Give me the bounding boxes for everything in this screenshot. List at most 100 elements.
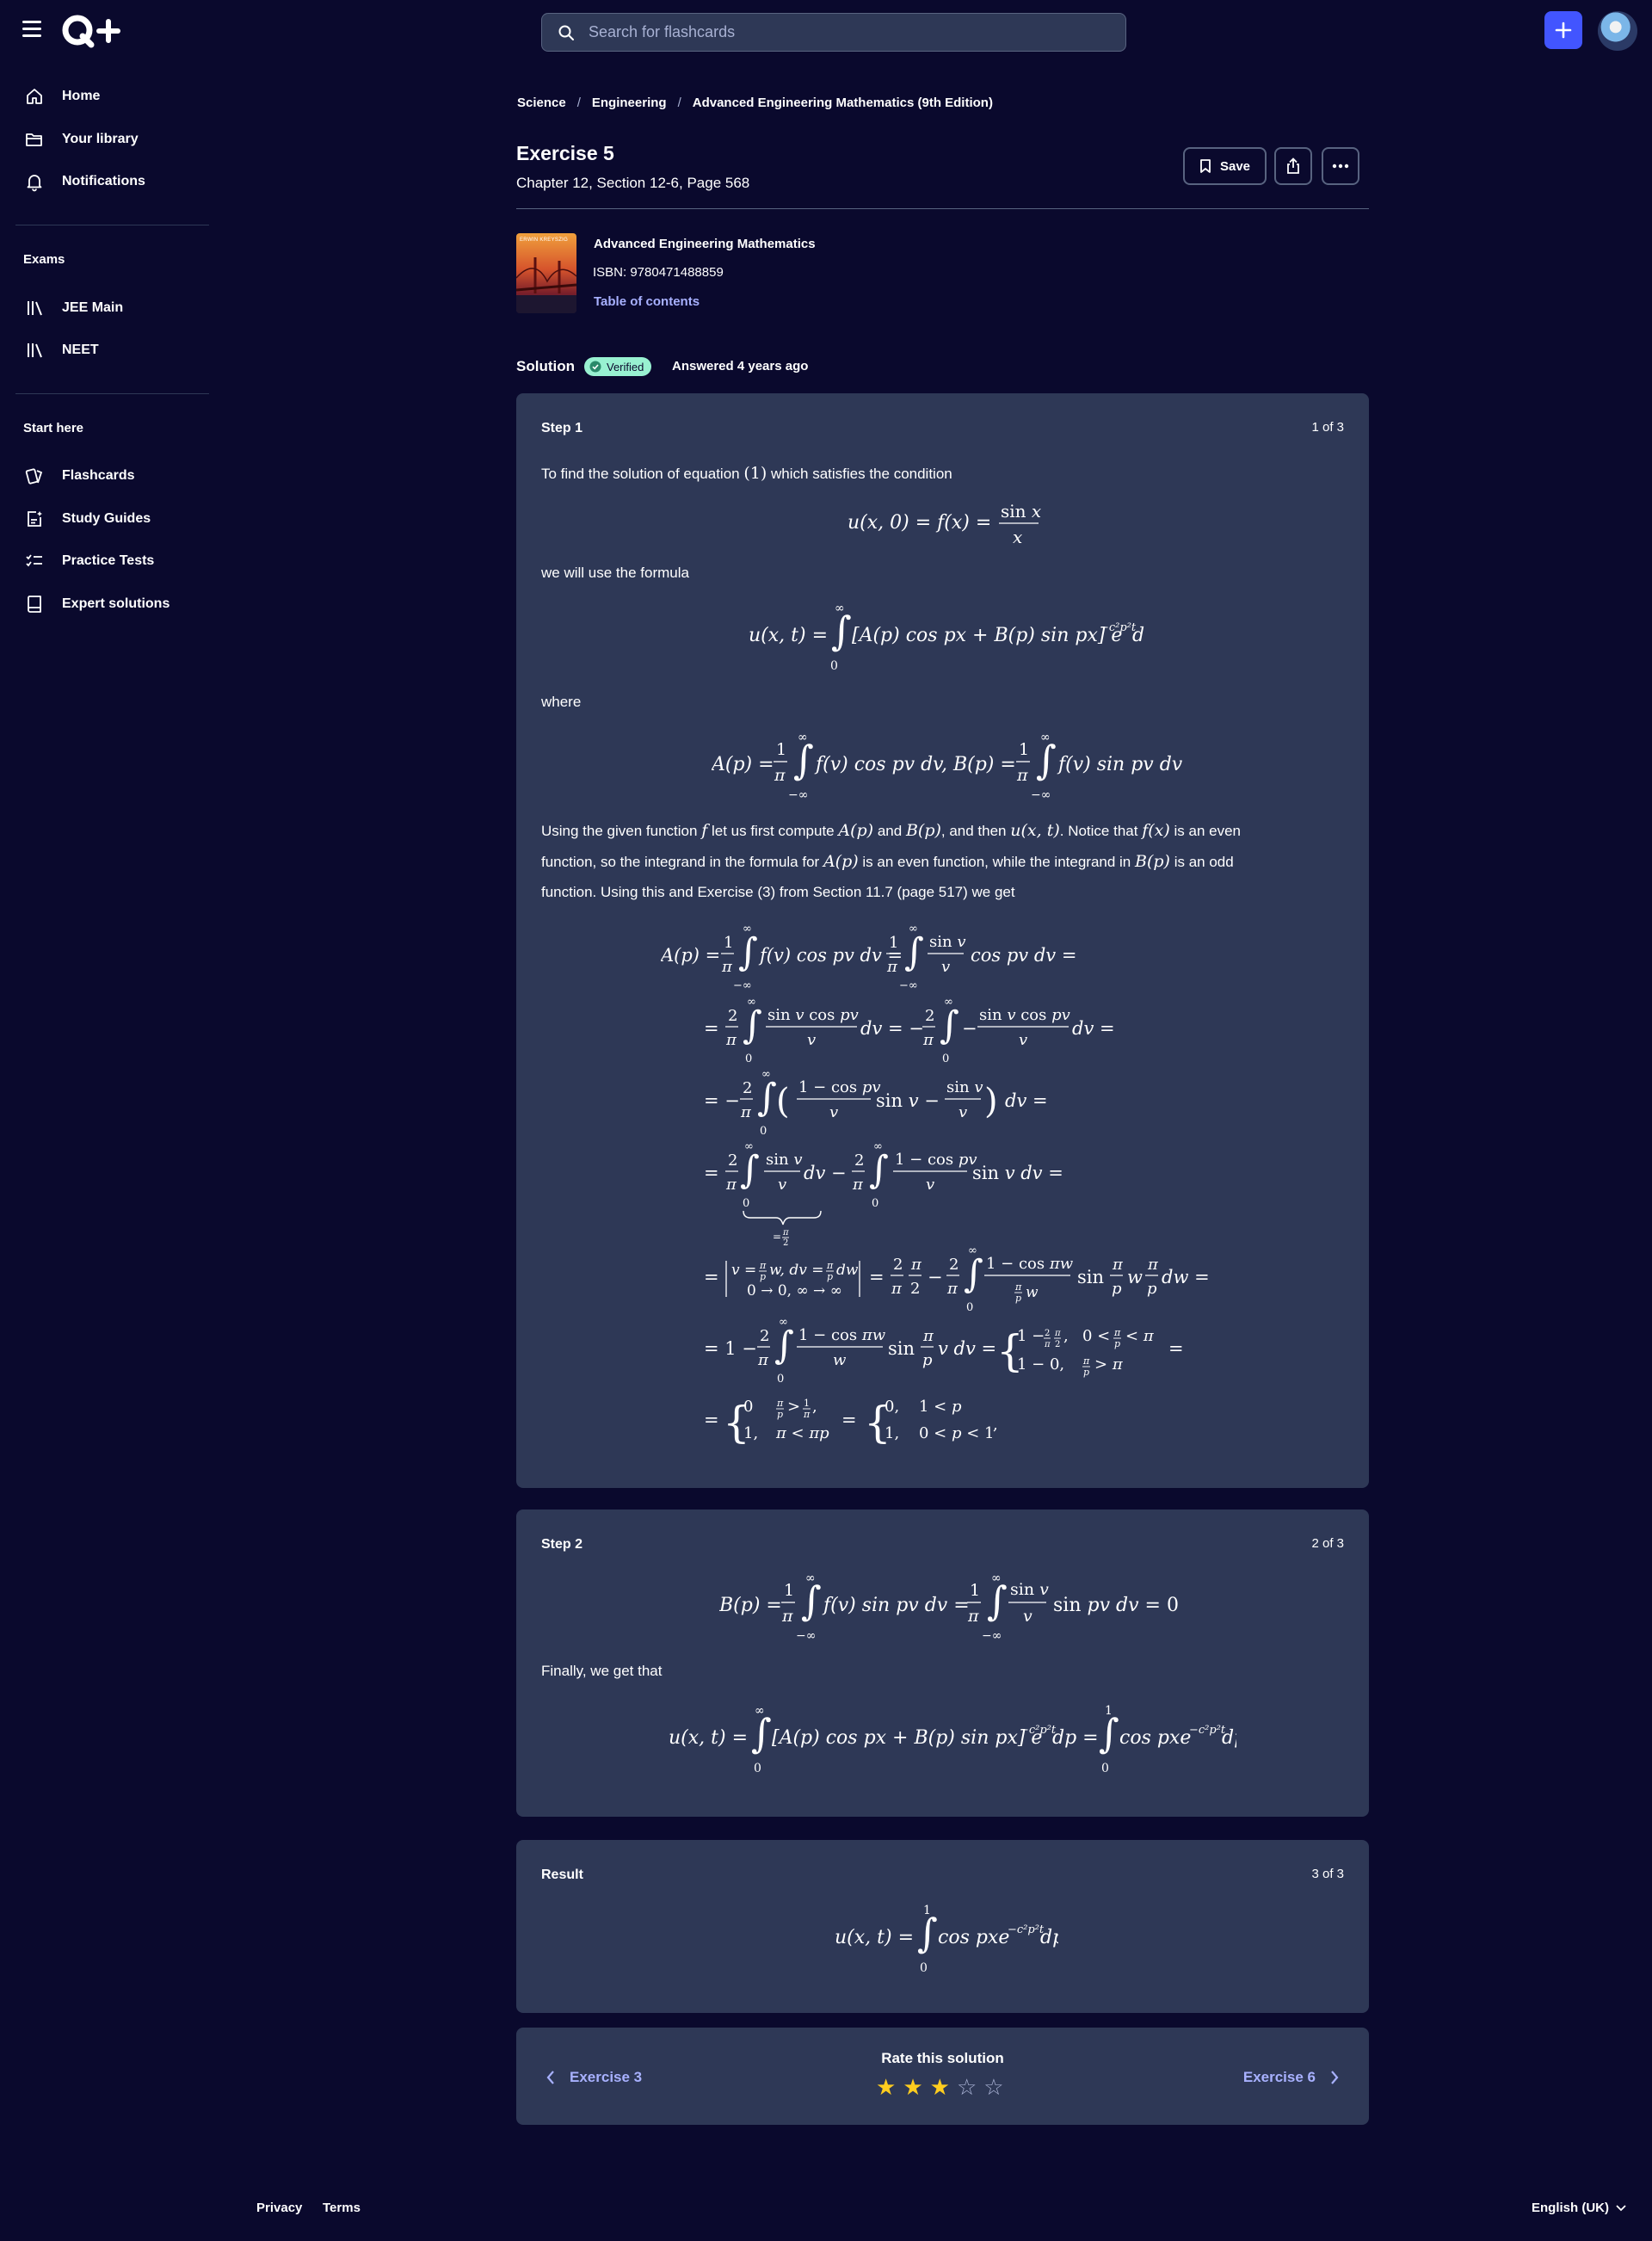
breadcrumb-book[interactable]: Advanced Engineering Mathematics (9th Ed… (693, 96, 993, 110)
svg-text:π: π (946, 1280, 959, 1298)
svg-text:,: , (993, 1416, 998, 1434)
svg-text:2: 2 (1055, 1340, 1060, 1349)
svg-text:sin v: sin v (929, 933, 965, 951)
top-bar (0, 0, 1652, 62)
star-empty-icon[interactable]: ☆ (957, 2076, 977, 2098)
more-options-button[interactable] (1322, 147, 1359, 185)
svg-text:π: π (852, 1176, 864, 1194)
svg-text:π: π (725, 1031, 737, 1049)
svg-text:1: 1 (970, 1581, 980, 1600)
sidebar-item-study-guides[interactable]: Study Guides (24, 506, 151, 532)
svg-text:−∞: −∞ (899, 979, 918, 992)
sidebar-item-jee-main[interactable]: JEE Main (24, 295, 123, 321)
quizlet-plus-logo[interactable] (60, 12, 126, 50)
svg-text:dv = −: dv = − (860, 1018, 924, 1039)
svg-text:2: 2 (925, 1007, 934, 1025)
svg-text:2: 2 (1045, 1329, 1050, 1338)
svg-text:∞: ∞ (743, 923, 752, 935)
star-empty-icon[interactable]: ☆ (983, 2076, 1003, 2098)
book-cover[interactable]: ERWIN KREYSZIG (516, 233, 576, 313)
svg-text:sin v cos pv: sin v cos pv (767, 1006, 859, 1024)
step-text: Using the given function f let us first … (541, 815, 1350, 847)
svg-text:0 → 0, ∞ → ∞: 0 → 0, ∞ → ∞ (747, 1282, 842, 1300)
language-label: English (UK) (1532, 2201, 1609, 2215)
create-button[interactable] (1544, 11, 1582, 49)
svg-text:2: 2 (728, 1151, 737, 1170)
svg-text:2: 2 (743, 1079, 752, 1097)
svg-text:π: π (774, 766, 786, 785)
sidebar-item-library[interactable]: Your library (24, 127, 139, 152)
equation-b-coefficient: B(p) = 1π ∫∞−∞ f(v) sin pv dv = 1π ∫∞−∞ … (719, 1571, 1179, 1643)
svg-text:π < πp: π < πp (775, 1424, 829, 1442)
svg-text:0 < p < 1: 0 < p < 1 (919, 1424, 995, 1442)
step-text: function. Using this and Exercise (3) fr… (541, 884, 1015, 900)
svg-text:∫: ∫ (738, 930, 758, 974)
text: is an odd (1174, 854, 1234, 870)
svg-text:dp: dp (1222, 1727, 1236, 1749)
step-count: 3 of 3 (1311, 1867, 1344, 1881)
svg-text:A(p) =: A(p) = (712, 754, 774, 775)
previous-exercise-link[interactable]: Exercise 3 (546, 2069, 642, 2086)
share-button[interactable] (1274, 147, 1312, 185)
share-icon (1287, 157, 1299, 174)
svg-text:dv −: dv − (804, 1163, 847, 1183)
svg-text:,: , (812, 1398, 817, 1416)
sidebar-item-label: Notifications (62, 174, 145, 188)
save-button[interactable]: Save (1183, 147, 1267, 185)
svg-text:π: π (759, 1260, 767, 1271)
search-bar[interactable] (541, 13, 1126, 52)
star-filled-icon[interactable]: ★ (876, 2076, 896, 2098)
avatar[interactable] (1598, 11, 1637, 51)
svg-text:=: = (704, 1267, 719, 1287)
next-exercise-link[interactable]: Exercise 6 (1243, 2069, 1340, 2086)
svg-text:dw =: dw = (1162, 1267, 1210, 1287)
svg-text:1 − 0,: 1 − 0, (1017, 1355, 1064, 1374)
svg-text:−∞: −∞ (796, 1629, 816, 1643)
svg-text:∞: ∞ (798, 731, 808, 744)
svg-text:p: p (1112, 1280, 1122, 1298)
svg-text:π: π (721, 958, 733, 976)
sidebar-item-neet[interactable]: NEET (24, 337, 99, 363)
sidebar-item-practice-tests[interactable]: Practice Tests (24, 548, 154, 574)
step-text: function, so the integrand in the formul… (541, 846, 1350, 878)
svg-text:∞: ∞ (1040, 731, 1051, 744)
star-filled-icon[interactable]: ★ (930, 2076, 950, 2098)
more-icon (1332, 164, 1349, 169)
svg-text:1 − cos πw: 1 − cos πw (798, 1326, 886, 1344)
sidebar-item-notifications[interactable]: Notifications (24, 169, 145, 194)
svg-text:< π: < π (1125, 1327, 1155, 1345)
sidebar-item-home[interactable]: Home (24, 83, 100, 109)
breadcrumb-science[interactable]: Science (517, 96, 566, 110)
verified-badge: Verified (584, 357, 652, 376)
sidebar-item-expert-solutions[interactable]: Expert solutions (24, 591, 170, 617)
star-rating[interactable]: ★ ★ ★ ☆ ☆ (876, 2076, 1004, 2098)
step-text: To find the solution of equation (1) whi… (541, 458, 952, 490)
math-inline: f(x) (1142, 821, 1170, 840)
folder-icon (26, 133, 42, 146)
sidebar-item-label: Flashcards (62, 468, 135, 483)
svg-text:0: 0 (754, 1762, 761, 1775)
privacy-link[interactable]: Privacy (256, 2201, 302, 2215)
step-text: Finally, we get that (541, 1663, 663, 1679)
svg-text:2: 2 (783, 1238, 788, 1248)
svg-text:−c²p²t: −c²p²t (1189, 1724, 1226, 1737)
math-inline: (1) (743, 464, 767, 483)
terms-link[interactable]: Terms (323, 2201, 361, 2215)
svg-text:0: 0 (872, 1197, 878, 1210)
table-of-contents-link[interactable]: Table of contents (594, 294, 700, 309)
star-filled-icon[interactable]: ★ (903, 2076, 922, 2098)
search-input[interactable] (589, 23, 1105, 41)
svg-text:π: π (922, 1031, 934, 1049)
menu-icon[interactable] (22, 21, 43, 40)
book-title[interactable]: Advanced Engineering Mathematics (594, 237, 816, 251)
svg-text:A(p) =: A(p) = (661, 945, 720, 966)
svg-text:∞: ∞ (805, 1571, 816, 1585)
sidebar-item-flashcards[interactable]: Flashcards (24, 463, 134, 489)
svg-text:π: π (886, 958, 898, 976)
library-icon (28, 301, 42, 316)
language-selector[interactable]: English (UK) (1532, 2201, 1626, 2215)
svg-text:2: 2 (854, 1151, 864, 1170)
breadcrumb-engineering[interactable]: Engineering (592, 96, 667, 110)
svg-text:π: π (782, 1228, 789, 1238)
sidebar-divider (15, 393, 209, 394)
